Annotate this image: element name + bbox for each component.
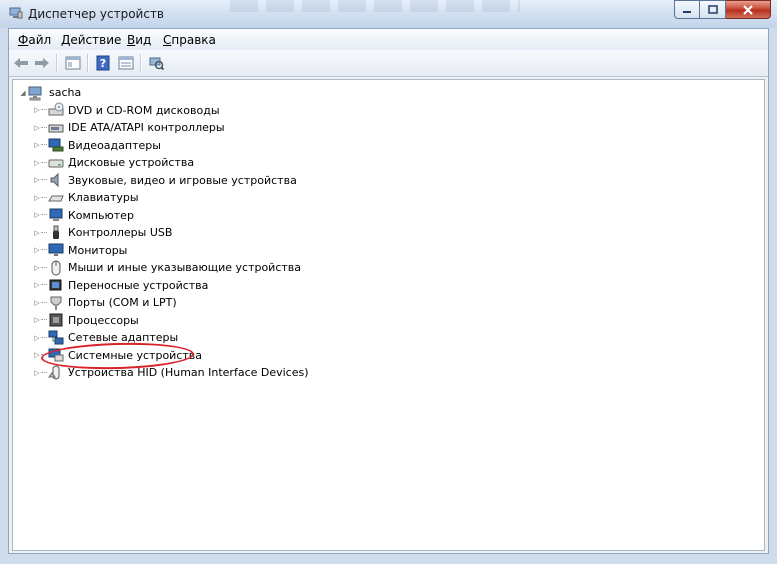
device-tree[interactable]: ◢ sacha ▷ DVD и CD-ROM дисководы ▷ IDE A… [12,79,765,551]
expand-arrow-icon[interactable]: ▷ [33,119,41,136]
tree-item-dvd[interactable]: ▷ DVD и CD-ROM дисководы [33,102,220,119]
back-arrow-icon [14,58,28,68]
menu-view[interactable]: Вид [127,33,151,47]
tree-item-computer[interactable]: ▷ Компьютер [33,207,134,224]
ide-controller-icon [48,124,64,132]
close-icon [743,4,753,15]
tree-item-keyboards[interactable]: ▷ Клавиатуры [33,189,138,206]
minimize-icon [683,10,691,13]
tree-root[interactable]: ◢ sacha [19,84,81,101]
maximize-icon [707,5,718,14]
tree-item-ide[interactable]: ▷ IDE ATA/ATAPI контроллеры [33,119,224,136]
tree-item-disks[interactable]: ▷ Дисковые устройства [33,154,194,171]
expand-arrow-icon[interactable]: ▷ [33,189,41,206]
tree-item-monitors[interactable]: ▷ Мониторы [33,242,127,259]
tree-item-usb[interactable]: ▷ Контроллеры USB [33,224,172,241]
tree-item-processors[interactable]: ▷ Процессоры [33,312,139,329]
network-adapter-icon [48,330,64,344]
properties-icon [65,56,81,70]
speaker-icon [50,172,59,188]
tree-root-label: sacha [49,86,82,99]
hid-icon [48,365,60,379]
view-button[interactable] [117,54,135,72]
menu-file[interactable]: Файл [18,33,51,47]
expand-arrow-icon[interactable]: ▷ [33,259,41,276]
expand-arrow-icon[interactable]: ▷ [33,277,41,294]
menu-help[interactable]: Справка [163,33,216,47]
background-window-ghost [230,0,520,12]
disk-drive-icon [48,159,64,167]
tree-item-mice[interactable]: ▷ Мыши и иные указывающие устройства [33,259,301,276]
expand-arrow-icon[interactable]: ▷ [33,207,41,224]
forward-button[interactable] [33,54,51,72]
expand-arrow-icon[interactable]: ▷ [33,347,41,364]
expand-arrow-icon[interactable]: ▷ [33,137,41,154]
usb-icon [53,225,59,239]
expand-arrow-icon[interactable]: ▷ [33,154,41,171]
expand-arrow-icon[interactable]: ▷ [33,364,41,381]
tree-item-ports[interactable]: ▷ Порты (COM и LPT) [33,294,177,311]
expand-arrow-icon[interactable]: ▷ [33,242,41,259]
forward-arrow-icon [35,58,49,68]
back-button[interactable] [12,54,30,72]
maximize-button[interactable] [700,0,726,19]
close-button[interactable] [726,0,771,19]
menu-action[interactable]: Действие [61,33,121,47]
scan-hardware-icon [149,57,164,71]
computer-icon [49,208,63,221]
display-adapter-icon [48,138,64,152]
title-bar[interactable]: Диспетчер устройств [0,0,777,28]
monitor-icon [48,243,64,256]
help-button[interactable]: ? [94,54,112,72]
device-manager-window: Диспетчер устройств Файл Действие Вид Сп… [0,0,777,564]
computer-icon [28,86,42,100]
menu-bar: Файл Действие Вид Справка [9,29,768,51]
expand-arrow-icon[interactable]: ▷ [33,294,41,311]
toolbar: ? [9,50,768,77]
expand-arrow-icon[interactable]: ▷ [33,224,41,241]
mouse-icon [51,260,61,275]
view-icon [118,56,134,70]
minimize-button[interactable] [674,0,700,19]
help-icon: ? [96,55,110,71]
portable-device-icon [49,279,62,291]
keyboard-icon [48,195,64,201]
tree-item-sound[interactable]: ▷ Звуковые, видео и игровые устройства [33,172,297,189]
client-area: Файл Действие Вид Справка ? ◢ sacha ▷ DV… [8,28,769,554]
tree-item-portable[interactable]: ▷ Переносные устройства [33,277,208,294]
expand-arrow-icon[interactable]: ▷ [33,102,41,119]
expand-arrow-icon[interactable]: ▷ [33,172,41,189]
properties-button[interactable] [64,54,82,72]
scan-hardware-button[interactable] [147,54,165,72]
dvd-drive-icon [48,102,64,116]
window-title: Диспетчер устройств [28,7,165,21]
processor-icon [49,313,63,327]
port-icon [50,296,62,310]
svg-text:?: ? [100,57,106,70]
device-manager-icon [9,7,23,19]
collapse-arrow-icon[interactable]: ◢ [19,84,27,101]
expand-arrow-icon[interactable]: ▷ [33,329,41,346]
tree-item-video[interactable]: ▷ Видеоадаптеры [33,137,161,154]
expand-arrow-icon[interactable]: ▷ [33,312,41,329]
